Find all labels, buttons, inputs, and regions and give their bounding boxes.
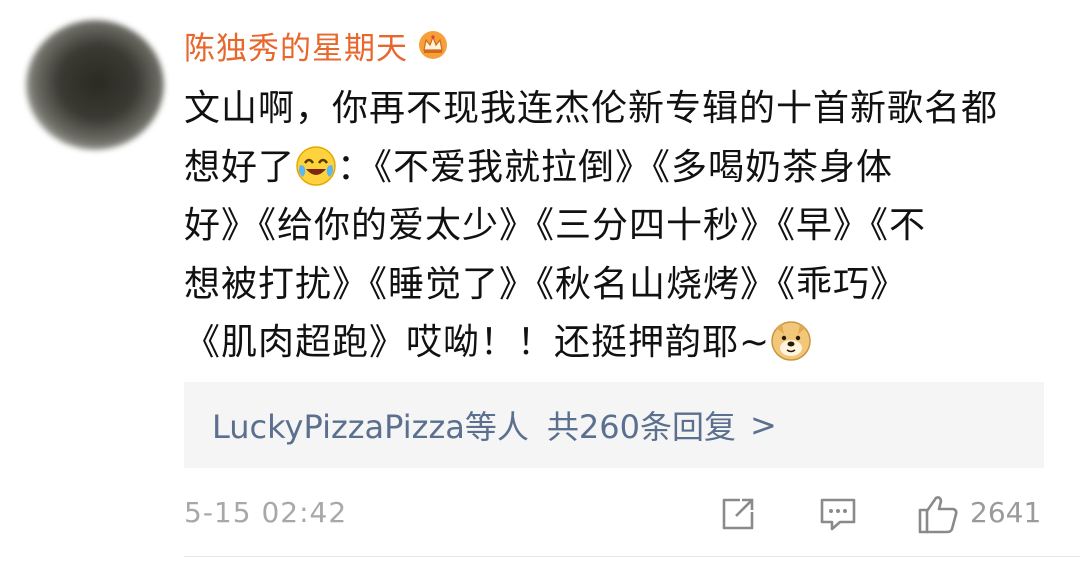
comment-content: 文山啊，你再不现我连杰伦新专辑的十首新歌名都 想好了 ：《不爱我就拉倒》《多喝奶茶… [184, 80, 1054, 373]
comment-text: 《肌肉超跑》哎呦！！还挺押韵耶~ [184, 322, 771, 363]
comment-icon[interactable] [818, 494, 858, 534]
laughing-crying-emoji [295, 145, 337, 187]
like-count: 2641 [970, 496, 1042, 529]
avatar[interactable] [26, 20, 164, 150]
comment-line: 好》《给你的爱太少》《三分四十秒》《早》《不 [184, 205, 927, 246]
comment-text: 想好了 [184, 146, 296, 188]
comment-line: 文山啊，你再不现我连杰伦新专辑的十首新歌名都 [184, 88, 999, 129]
thumbs-up-icon[interactable] [916, 492, 960, 536]
view-replies-link[interactable]: LuckyPizzaPizza等人 共260条回复 > [212, 382, 777, 468]
username-row: 陈独秀的星期天 [184, 22, 448, 68]
doge-emoji [770, 320, 812, 362]
comment-line: 想被打扰》《睡觉了》《秋名山烧烤》《乖巧》 [184, 263, 908, 305]
comment-text: ：《不爱我就拉倒》《多喝奶茶身体 [337, 146, 894, 188]
comment-footer: 5-15 02:42 2641 [184, 490, 1054, 540]
reply-users: LuckyPizzaPizza等人 [212, 408, 529, 446]
username[interactable]: 陈独秀的星期天 [184, 23, 408, 68]
divider [184, 556, 1080, 557]
replies-box[interactable]: LuckyPizzaPizza等人 共260条回复 > [184, 382, 1044, 468]
timestamp: 5-15 02:42 [184, 496, 348, 529]
reply-count: 共260条回复 [546, 408, 736, 446]
crown-badge-icon [418, 30, 448, 60]
comment-line: 想好了 ：《不爱我就拉倒》《多喝奶茶身体 [184, 139, 1054, 198]
share-icon[interactable] [718, 494, 758, 534]
chevron-right-icon: > [749, 406, 777, 444]
comment-line: 《肌肉超跑》哎呦！！还挺押韵耶~ [184, 314, 1054, 373]
